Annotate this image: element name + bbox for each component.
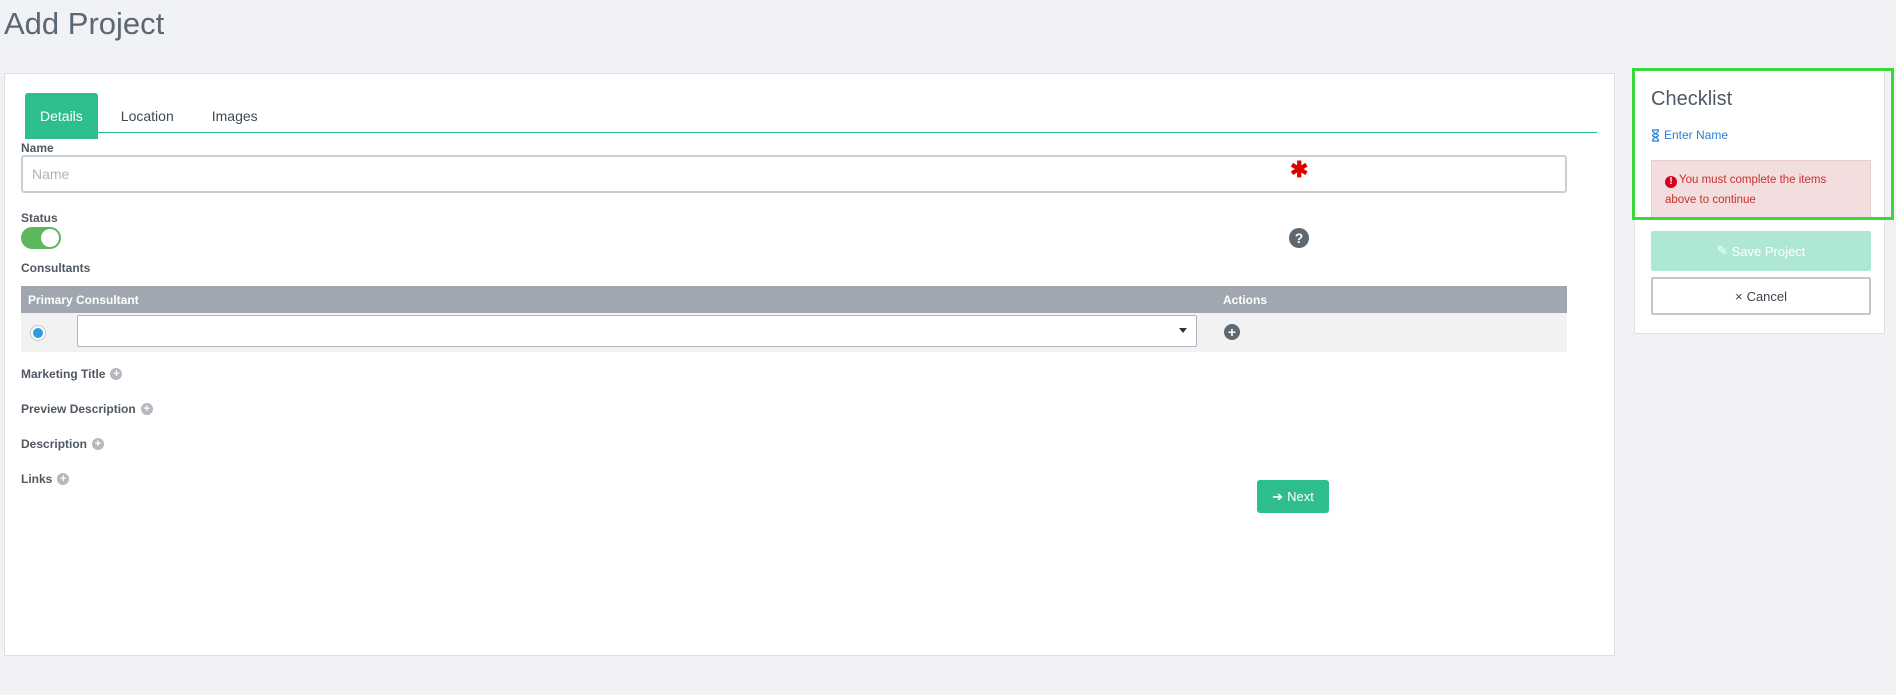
preview-description-expander[interactable]: Preview Description + [21,402,153,416]
status-label: Status [21,211,58,225]
description-expander[interactable]: Description + [21,437,105,451]
plus-circle-icon: + [140,403,153,415]
name-label: Name [21,141,54,155]
preview-description-label: Preview Description [21,402,136,416]
checklist-highlight [1632,68,1894,220]
cancel-button[interactable]: × Cancel [1651,277,1871,315]
links-label: Links [21,472,53,486]
cancel-label: Cancel [1746,288,1788,304]
next-button[interactable]: ➔ Next [1257,480,1329,513]
plus-circle-icon: + [92,438,105,450]
help-icon[interactable]: ? [1289,228,1309,248]
plus-circle-icon: + [57,473,70,485]
chevron-down-icon [1179,328,1187,333]
arrow-right-icon: ➔ [1272,488,1284,504]
close-icon: × [1734,288,1743,304]
marketing-title-label: Marketing Title [21,367,106,381]
save-project-button[interactable]: ✎ Save Project [1651,231,1871,271]
tab-details[interactable]: Details [25,93,98,139]
links-expander[interactable]: Links + [21,472,70,486]
table-row: + [21,313,1567,352]
primary-radio[interactable] [30,325,46,341]
next-label: Next [1287,489,1314,504]
header-actions: Actions [1223,293,1268,307]
plus-circle-icon: + [110,368,123,380]
table-header: Primary Consultant Actions [21,286,1567,313]
status-toggle[interactable] [21,227,61,249]
consultants-table: Primary Consultant Actions + [21,286,1567,352]
name-input[interactable] [21,155,1567,193]
header-consultant: Consultant [76,293,139,307]
consultant-select[interactable] [77,315,1197,347]
pencil-icon: ✎ [1716,243,1728,258]
save-project-label: Save Project [1731,243,1806,259]
marketing-title-expander[interactable]: Marketing Title + [21,367,123,381]
header-primary: Primary [28,293,73,307]
description-label: Description [21,437,88,451]
page-title: Add Project [4,6,165,41]
tab-location[interactable]: Location [106,93,189,139]
tab-images[interactable]: Images [197,93,273,139]
required-icon: ✱ [1290,157,1309,182]
toggle-knob [41,229,59,247]
tab-bar: Details Location Images [25,93,1597,139]
consultants-label: Consultants [21,261,91,275]
project-form-card: Details Location Images Name ✱ Status ? … [4,73,1615,656]
add-consultant-icon[interactable]: + [1224,324,1240,340]
